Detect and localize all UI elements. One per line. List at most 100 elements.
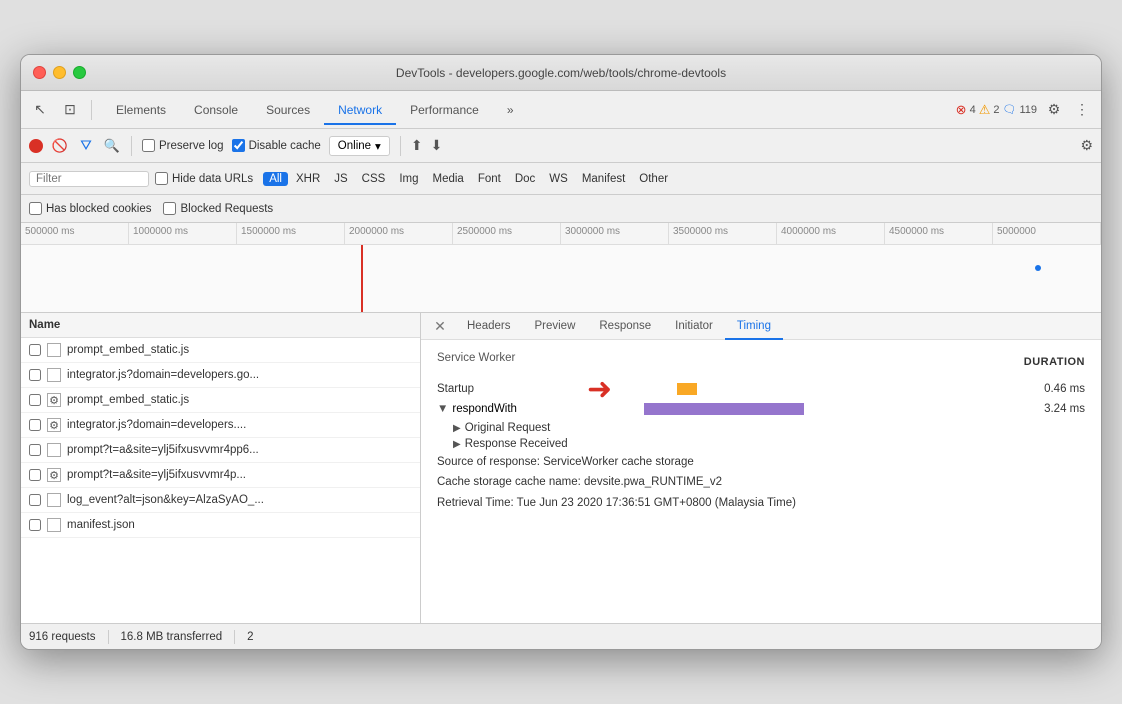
disable-cache-label[interactable]: Disable cache <box>232 139 321 152</box>
chevron-down-icon: ▾ <box>375 139 381 153</box>
filter-type-manifest[interactable]: Manifest <box>576 172 631 186</box>
error-badge: ⊗ 4 ⚠ 2 🗨 119 <box>956 102 1037 118</box>
file-checkbox-0[interactable] <box>29 344 41 356</box>
filter-type-font[interactable]: Font <box>472 172 507 186</box>
minimize-button[interactable] <box>53 66 66 79</box>
timeline-body <box>21 245 1101 313</box>
cursor-icon[interactable]: ↖ <box>29 99 51 121</box>
tab-timing[interactable]: Timing <box>725 314 783 340</box>
tick-5: 2500000 ms <box>453 223 561 244</box>
close-detail-button[interactable]: ✕ <box>429 315 451 337</box>
blocked-requests-label[interactable]: Blocked Requests <box>163 202 273 215</box>
filter-type-js[interactable]: JS <box>328 172 353 186</box>
maximize-button[interactable] <box>73 66 86 79</box>
throttle-select[interactable]: Online ▾ <box>329 136 390 156</box>
file-item-5[interactable]: ⚙ prompt?t=a&site=ylj5ifxusvvmr4p... <box>21 463 420 488</box>
tab-more[interactable]: » <box>493 97 528 125</box>
file-name-0: prompt_embed_static.js <box>67 344 412 356</box>
filter-type-media[interactable]: Media <box>427 172 470 186</box>
respond-with-value: 3.24 ms <box>1015 403 1085 415</box>
status-bar: 916 requests 16.8 MB transferred 2 <box>21 623 1101 649</box>
file-icon-2: ⚙ <box>47 393 61 407</box>
file-checkbox-1[interactable] <box>29 369 41 381</box>
file-item-2[interactable]: ⚙ prompt_embed_static.js <box>21 388 420 413</box>
respond-with-bar-area <box>564 402 1015 416</box>
settings-icon[interactable]: ⚙ <box>1043 99 1065 121</box>
has-blocked-cookies-checkbox[interactable] <box>29 202 42 215</box>
has-blocked-cookies-label[interactable]: Has blocked cookies <box>29 202 151 215</box>
timing-duration-label: DURATION <box>1024 356 1085 368</box>
startup-bar <box>677 383 697 395</box>
filter-bar: Hide data URLs All XHR JS CSS Img Media … <box>21 163 1101 195</box>
search-icon[interactable]: 🔍 <box>103 137 121 155</box>
filter-type-css[interactable]: CSS <box>356 172 392 186</box>
file-checkbox-7[interactable] <box>29 519 41 531</box>
file-icon-1 <box>47 368 61 382</box>
extra-count: 2 <box>247 631 253 643</box>
expand-icon[interactable]: ▼ <box>437 403 448 415</box>
traffic-lights <box>33 66 86 79</box>
requests-count: 916 requests <box>29 631 96 643</box>
preserve-log-label[interactable]: Preserve log <box>142 139 224 152</box>
tab-sources[interactable]: Sources <box>252 97 324 125</box>
filter-type-xhr[interactable]: XHR <box>290 172 326 186</box>
separator-2 <box>131 136 132 156</box>
blocked-bar: Has blocked cookies Blocked Requests <box>21 195 1101 223</box>
respond-with-bar <box>644 403 804 415</box>
timing-section-title: Service Worker <box>437 352 515 364</box>
tab-initiator[interactable]: Initiator <box>663 314 725 340</box>
file-checkbox-4[interactable] <box>29 444 41 456</box>
file-item-0[interactable]: prompt_embed_static.js <box>21 338 420 363</box>
more-icon[interactable]: ⋮ <box>1071 99 1093 121</box>
tab-headers[interactable]: Headers <box>455 314 522 340</box>
file-icon-4 <box>47 443 61 457</box>
tab-performance[interactable]: Performance <box>396 97 493 125</box>
filter-type-doc[interactable]: Doc <box>509 172 541 186</box>
filter-types: All XHR JS CSS Img Media Font Doc WS Man… <box>263 172 674 186</box>
tab-elements[interactable]: Elements <box>102 97 180 125</box>
tick-9: 4500000 ms <box>885 223 993 244</box>
hide-data-urls-checkbox[interactable] <box>155 172 168 185</box>
responsive-icon[interactable]: ⊡ <box>59 99 81 121</box>
filter-input-wrap <box>29 171 149 187</box>
filter-type-other[interactable]: Other <box>633 172 674 186</box>
filter-icon[interactable]: ⛛ <box>77 137 95 155</box>
tab-network[interactable]: Network <box>324 97 396 125</box>
upload-icon[interactable]: ⬆ <box>411 137 423 154</box>
stop-icon[interactable]: 🚫 <box>51 137 69 155</box>
message-count: 119 <box>1019 104 1037 116</box>
file-item-4[interactable]: prompt?t=a&site=ylj5ifxusvvmr4pp6... <box>21 438 420 463</box>
file-checkbox-3[interactable] <box>29 419 41 431</box>
close-button[interactable] <box>33 66 46 79</box>
file-checkbox-2[interactable] <box>29 394 41 406</box>
file-checkbox-6[interactable] <box>29 494 41 506</box>
file-item-3[interactable]: ⚙ integrator.js?domain=developers.... <box>21 413 420 438</box>
tab-preview[interactable]: Preview <box>522 314 587 340</box>
file-checkbox-5[interactable] <box>29 469 41 481</box>
tab-console[interactable]: Console <box>180 97 252 125</box>
file-item-7[interactable]: manifest.json <box>21 513 420 538</box>
cache-row: Cache storage cache name: devsite.pwa_RU… <box>437 474 1085 491</box>
filter-type-all[interactable]: All <box>263 172 288 186</box>
file-icon-6 <box>47 493 61 507</box>
detail-panel: ✕ Headers Preview Response Initiator Tim… <box>421 313 1101 623</box>
file-item-6[interactable]: log_event?alt=json&key=AlzaSyAO_... <box>21 488 420 513</box>
filter-type-img[interactable]: Img <box>393 172 424 186</box>
tick-6: 3000000 ms <box>561 223 669 244</box>
file-item-1[interactable]: integrator.js?domain=developers.go... <box>21 363 420 388</box>
hide-data-urls-label[interactable]: Hide data URLs <box>155 172 253 185</box>
warning-count: 2 <box>993 104 999 116</box>
file-name-5: prompt?t=a&site=ylj5ifxusvvmr4p... <box>67 469 412 481</box>
timeline-redline <box>361 245 363 313</box>
blocked-requests-checkbox[interactable] <box>163 202 176 215</box>
filter-type-ws[interactable]: WS <box>543 172 574 186</box>
timeline: 500000 ms 1000000 ms 1500000 ms 2000000 … <box>21 223 1101 313</box>
download-icon[interactable]: ⬇ <box>431 137 443 154</box>
tab-response[interactable]: Response <box>587 314 663 340</box>
filter-input[interactable] <box>36 173 142 185</box>
network-settings-icon[interactable]: ⚙ <box>1080 137 1093 154</box>
retrieval-row: Retrieval Time: Tue Jun 23 2020 17:36:51… <box>437 495 1085 512</box>
preserve-log-checkbox[interactable] <box>142 139 155 152</box>
record-button[interactable] <box>29 139 43 153</box>
disable-cache-checkbox[interactable] <box>232 139 245 152</box>
